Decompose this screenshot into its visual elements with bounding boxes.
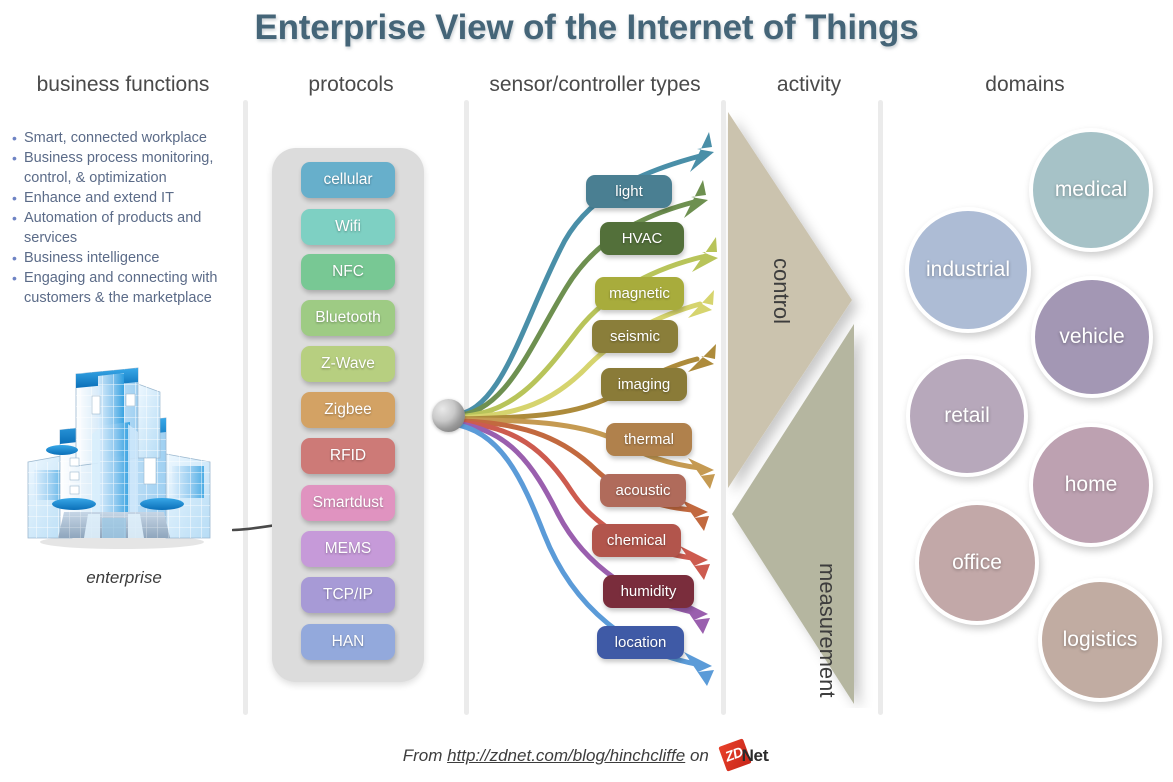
arrow-location [684,652,714,686]
arrow-light [690,132,714,172]
column-header-domains: domains [985,73,1065,96]
footer: From http://zdnet.com/blog/hinchcliffe o… [0,738,1173,772]
protocol-chip-han[interactable]: HAN [301,624,395,660]
enterprise-building-icon [14,362,234,562]
protocol-chip-rfid[interactable]: RFID [301,438,395,474]
protocol-chip-wifi[interactable]: Wifi [301,209,395,245]
list-item: Automation of products and services [10,208,238,248]
protocol-chip-mems[interactable]: MEMS [301,531,395,567]
zdnet-logo-net-text: Net [741,746,769,765]
column-header-sensor-types: sensor/controller types [489,73,701,96]
column-header-business-functions: business functions [36,73,210,96]
protocol-chip-smartdust[interactable]: Smartdust [301,485,395,521]
divider-4 [878,100,883,715]
arrow-magnetic [692,237,718,272]
sensor-chip-thermal[interactable]: thermal [606,423,692,456]
protocol-chip-bluetooth[interactable]: Bluetooth [301,300,395,336]
divider-2 [464,100,469,715]
list-item: Enhance and extend IT [10,188,238,208]
sensor-chip-light[interactable]: light [586,175,672,208]
list-item: Smart, connected workplace [10,128,238,148]
list-item: Engaging and connecting with customers &… [10,268,238,308]
activity-label-control: control [769,258,794,325]
domain-bubble-logistics[interactable]: logistics [1038,578,1162,702]
protocol-chip-tcpip[interactable]: TCP/IP [301,577,395,613]
page-title: Enterprise View of the Internet of Thing… [254,8,919,47]
domain-bubble-industrial[interactable]: industrial [905,207,1031,333]
hub-sphere [432,399,465,432]
divider-1 [243,100,248,715]
footer-prefix: From [402,746,448,765]
arrow-hvac [684,180,708,218]
list-item: Business process monitoring, control, & … [10,148,238,188]
activity-arrows [728,112,854,704]
protocol-chip-cellular[interactable]: cellular [301,162,395,198]
sensor-chip-chemical[interactable]: chemical [592,524,681,557]
arrow-thermal [688,458,715,489]
sensor-chip-hvac[interactable]: HVAC [600,222,684,255]
zdnet-logo-icon: ZD Net [717,738,769,772]
business-functions-list: Smart, connected workplace Business proc… [10,128,238,308]
sensor-chip-seismic[interactable]: seismic [592,320,678,353]
list-item: Business intelligence [10,248,238,268]
footer-middle: on [685,746,714,765]
domain-bubble-office[interactable]: office [915,501,1039,625]
sensor-chip-acoustic[interactable]: acoustic [600,474,686,507]
source-link[interactable]: http://zdnet.com/blog/hinchcliffe [447,746,685,765]
sensor-chip-location[interactable]: location [597,626,684,659]
infographic-canvas: Enterprise View of the Internet of Thing… [0,0,1173,782]
sensor-chip-magnetic[interactable]: magnetic [595,277,684,310]
domain-bubble-home[interactable]: home [1029,423,1153,547]
domain-bubble-medical[interactable]: medical [1029,128,1153,252]
enterprise-caption: enterprise [86,568,162,587]
arrow-acoustic [682,500,709,531]
arrow-imaging [688,344,716,372]
domain-bubble-vehicle[interactable]: vehicle [1031,276,1153,398]
protocol-chip-zwave[interactable]: Z-Wave [301,346,395,382]
sensor-chip-imaging[interactable]: imaging [601,368,687,401]
arrow-seismic [688,290,714,318]
domain-bubble-retail[interactable]: retail [906,355,1028,477]
protocol-chip-zigbee[interactable]: Zigbee [301,392,395,428]
column-header-protocols: protocols [308,73,394,96]
protocol-chip-nfc[interactable]: NFC [301,254,395,290]
sensor-chip-humidity[interactable]: humidity [603,575,694,608]
activity-label-measurement: measurement [815,563,840,698]
column-header-activity: activity [776,73,842,96]
